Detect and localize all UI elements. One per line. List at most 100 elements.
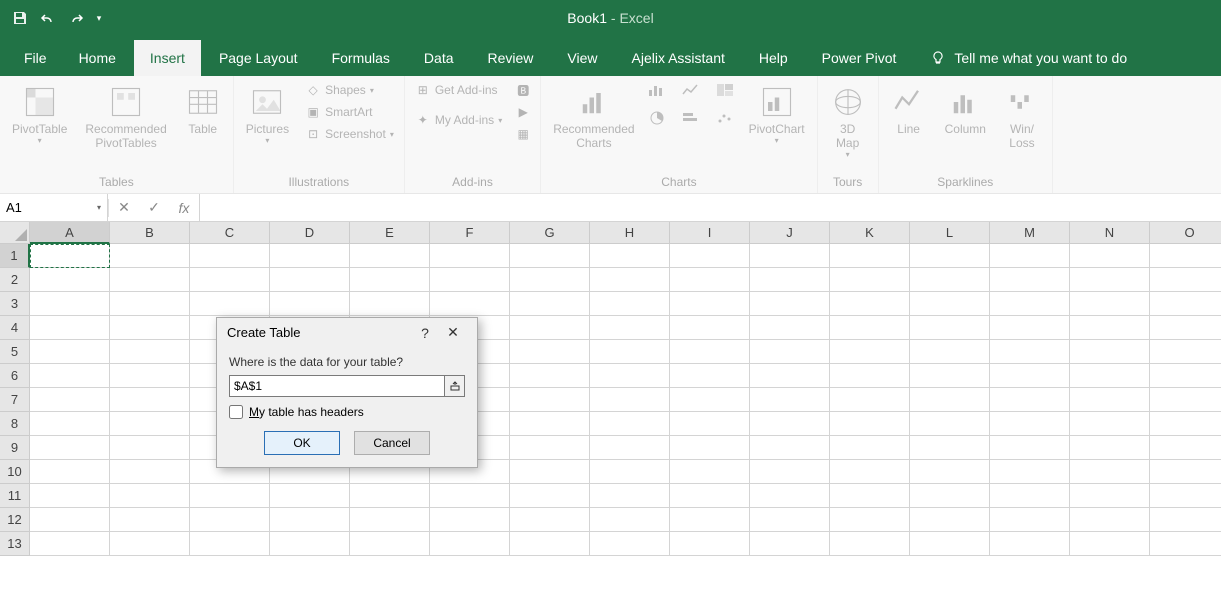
column-header[interactable]: D [270, 222, 350, 244]
cell[interactable] [270, 508, 350, 532]
cell[interactable] [990, 316, 1070, 340]
cell[interactable] [1150, 316, 1221, 340]
cell[interactable] [1150, 364, 1221, 388]
cell[interactable] [750, 436, 830, 460]
cell[interactable] [1150, 412, 1221, 436]
cell[interactable] [1150, 532, 1221, 556]
name-box[interactable]: ▾ [0, 194, 108, 221]
cell[interactable] [510, 532, 590, 556]
visio-button[interactable]: ▦ [512, 124, 534, 144]
tab-formulas[interactable]: Formulas [316, 40, 406, 76]
cell[interactable] [990, 436, 1070, 460]
cell[interactable] [1070, 484, 1150, 508]
cell[interactable] [670, 436, 750, 460]
treemap-chart-icon[interactable] [715, 82, 735, 98]
close-icon[interactable]: ✕ [439, 324, 467, 341]
cell[interactable] [590, 508, 670, 532]
column-header[interactable]: C [190, 222, 270, 244]
cell[interactable] [270, 292, 350, 316]
cell[interactable] [510, 268, 590, 292]
cell[interactable] [30, 436, 110, 460]
cell[interactable] [1070, 340, 1150, 364]
column-header[interactable]: N [1070, 222, 1150, 244]
cell[interactable] [990, 532, 1070, 556]
cell[interactable] [30, 388, 110, 412]
cell[interactable] [830, 436, 910, 460]
tab-insert[interactable]: Insert [134, 40, 201, 76]
cell[interactable] [590, 412, 670, 436]
cell[interactable] [1150, 244, 1221, 268]
cell[interactable] [590, 268, 670, 292]
cell[interactable] [110, 460, 190, 484]
cell[interactable] [670, 412, 750, 436]
row-header[interactable]: 6 [0, 364, 30, 388]
cell[interactable] [430, 268, 510, 292]
name-box-input[interactable] [6, 200, 76, 215]
cell[interactable] [110, 412, 190, 436]
cell[interactable] [910, 316, 990, 340]
cell[interactable] [350, 244, 430, 268]
cell[interactable] [270, 532, 350, 556]
smartart-button[interactable]: ▣SmartArt [301, 102, 398, 122]
qat-customize-icon[interactable]: ▾ [92, 6, 106, 30]
cell[interactable] [670, 316, 750, 340]
cell[interactable] [30, 292, 110, 316]
cell[interactable] [990, 244, 1070, 268]
cell[interactable] [110, 508, 190, 532]
cell[interactable] [110, 268, 190, 292]
cell[interactable] [910, 508, 990, 532]
column-header[interactable]: G [510, 222, 590, 244]
cell[interactable] [830, 364, 910, 388]
cell[interactable] [1070, 388, 1150, 412]
cell[interactable] [670, 268, 750, 292]
cell[interactable] [510, 484, 590, 508]
cell[interactable] [910, 340, 990, 364]
cell[interactable] [1150, 484, 1221, 508]
cell[interactable] [830, 316, 910, 340]
cell[interactable] [590, 244, 670, 268]
cell[interactable] [750, 292, 830, 316]
cell[interactable] [430, 508, 510, 532]
cell[interactable] [190, 532, 270, 556]
cell[interactable] [190, 508, 270, 532]
cell[interactable] [590, 292, 670, 316]
tab-view[interactable]: View [551, 40, 613, 76]
column-header[interactable]: J [750, 222, 830, 244]
scatter-chart-icon[interactable] [715, 110, 735, 126]
cell[interactable] [1150, 508, 1221, 532]
cell[interactable] [350, 268, 430, 292]
cell[interactable] [590, 388, 670, 412]
sparkline-line-button[interactable]: Line [885, 80, 933, 140]
save-icon[interactable] [8, 6, 32, 30]
pivotchart-button[interactable]: PivotChart ▾ [743, 80, 811, 149]
cell[interactable] [590, 460, 670, 484]
cell[interactable] [1070, 316, 1150, 340]
get-addins-button[interactable]: ⊞Get Add-ins [411, 80, 506, 100]
headers-checkbox[interactable] [229, 405, 243, 419]
cell[interactable] [1070, 412, 1150, 436]
cell[interactable] [430, 532, 510, 556]
cell[interactable] [110, 316, 190, 340]
cell[interactable] [910, 460, 990, 484]
cell[interactable] [30, 532, 110, 556]
cell[interactable] [910, 388, 990, 412]
chevron-down-icon[interactable]: ▾ [97, 203, 101, 212]
cell[interactable] [990, 508, 1070, 532]
cell[interactable] [110, 364, 190, 388]
cell[interactable] [1150, 436, 1221, 460]
column-header[interactable]: H [590, 222, 670, 244]
cell[interactable] [750, 340, 830, 364]
cancel-formula-icon[interactable]: ✕ [109, 199, 139, 216]
cell[interactable] [910, 244, 990, 268]
cell[interactable] [1150, 268, 1221, 292]
cell[interactable] [510, 460, 590, 484]
cell[interactable] [830, 412, 910, 436]
cell[interactable] [590, 484, 670, 508]
cell[interactable] [670, 340, 750, 364]
cell[interactable] [30, 460, 110, 484]
row-header[interactable]: 1 [0, 244, 30, 268]
cell[interactable] [350, 532, 430, 556]
cell[interactable] [30, 340, 110, 364]
tab-review[interactable]: Review [472, 40, 550, 76]
row-header[interactable]: 9 [0, 436, 30, 460]
